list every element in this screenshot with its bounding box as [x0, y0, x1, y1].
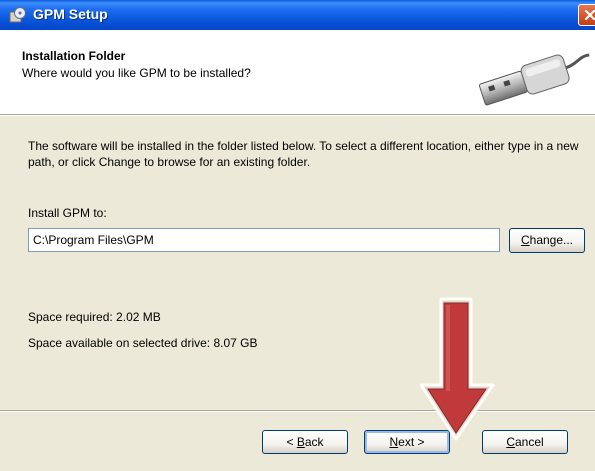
setup-window: GPM Setup Installation Folder Where woul… [0, 0, 595, 471]
space-required-text: Space required: 2.02 MB [28, 310, 161, 324]
change-button[interactable]: Change... [509, 228, 585, 253]
close-icon [584, 9, 595, 21]
page-title: Installation Folder [22, 49, 126, 63]
close-button[interactable] [578, 4, 595, 26]
install-path-input[interactable] [28, 228, 500, 252]
instructions-text: The software will be installed in the fo… [28, 139, 579, 169]
title-bar[interactable]: GPM Setup [0, 0, 595, 30]
setup-disc-icon [9, 7, 27, 23]
usb-plug-icon [462, 47, 595, 116]
footer-divider-highlight [0, 411, 595, 412]
header-divider-highlight [0, 115, 595, 116]
down-arrow-icon [419, 297, 496, 446]
space-available-text: Space available on selected drive: 8.07 … [28, 336, 258, 350]
back-button[interactable]: < Back [262, 430, 348, 454]
window-title: GPM Setup [33, 6, 108, 22]
page-subtitle: Where would you like GPM to be installed… [22, 66, 251, 80]
install-location-label: Install GPM to: [28, 206, 107, 220]
